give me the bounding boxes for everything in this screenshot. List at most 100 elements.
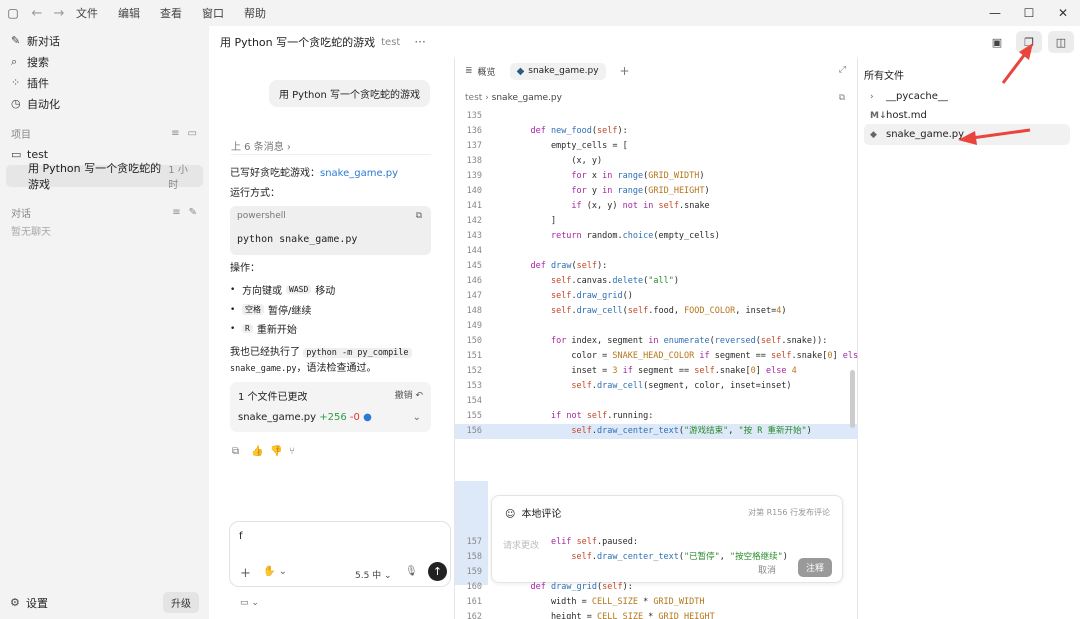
scrollbar[interactable]	[850, 370, 855, 428]
thread-item[interactable]: 用 Python 写一个贪吃蛇的游戏 1 小时	[6, 162, 203, 191]
thread-title: 用 Python 写一个贪吃蛇的游戏	[28, 162, 162, 191]
minimize-icon[interactable]: —	[978, 0, 1012, 26]
menu-view[interactable]: 查看	[160, 5, 182, 21]
code-line[interactable]: 160 def draw_grid(self):	[455, 580, 858, 595]
code-line[interactable]: 135	[455, 109, 858, 124]
code-line[interactable]: 150 for index, segment in enumerate(reve…	[455, 334, 858, 349]
code-line[interactable]: 138 (x, y)	[455, 154, 858, 169]
code-line[interactable]: 155 if not self.running:	[455, 409, 858, 424]
model-selector[interactable]: 5.5 中 ⌄	[355, 568, 392, 581]
filter-icon[interactable]: ≡	[171, 128, 179, 139]
tab-overview[interactable]: ≣ 概览	[465, 65, 496, 78]
back-icon[interactable]: ←	[26, 6, 48, 21]
code-line[interactable]: 156 self.draw_center_text("游戏结束", "按 R 重…	[455, 424, 858, 439]
line-number: 143	[466, 231, 482, 241]
status-dot-icon: ●	[363, 412, 372, 423]
line-code: empty_cells = [	[510, 141, 628, 151]
add-icon[interactable]: +	[240, 566, 251, 581]
code-line[interactable]: 162 height = CELL_SIZE * GRID_HEIGHT	[455, 610, 858, 619]
line-number: 146	[466, 276, 482, 286]
right-panel-toggle-icon[interactable]: ◫	[1048, 31, 1074, 53]
maximize-icon[interactable]: ☐	[1012, 0, 1046, 26]
file-item-pycache[interactable]: › __pycache__	[864, 86, 1070, 107]
menu-edit[interactable]: 编辑	[118, 5, 140, 21]
changed-file-row[interactable]: snake_game.py +256 -0 ●	[238, 412, 372, 423]
sidebar-item-automation[interactable]: ◷ 自动化	[0, 93, 209, 114]
sidebar-item-new-chat[interactable]: ✎ 新对话	[0, 30, 209, 51]
code-line[interactable]: 137 empty_cells = [	[455, 139, 858, 154]
line-code: color = SNAKE_HEAD_COLOR if segment == s…	[510, 351, 858, 361]
code-line[interactable]: 145 def draw(self):	[455, 259, 858, 274]
line-number: 147	[466, 291, 482, 301]
composer-input[interactable]: f	[239, 531, 243, 542]
chevron-down-icon[interactable]: ⌄	[413, 412, 421, 423]
menu-help[interactable]: 帮助	[244, 5, 266, 21]
file-item-host-md[interactable]: M↓ host.md	[864, 105, 1070, 126]
copy-icon[interactable]: ⧉	[232, 446, 251, 457]
line-number: 144	[466, 246, 482, 256]
compose-icon[interactable]: ✎	[189, 207, 197, 218]
code-line[interactable]: 139 for x in range(GRID_WIDTH)	[455, 169, 858, 184]
send-button[interactable]: ↑	[428, 562, 447, 581]
open-external-icon[interactable]: ⧉	[839, 93, 845, 103]
code-line[interactable]: 143 return random.choice(empty_cells)	[455, 229, 858, 244]
code-line[interactable]: 147 self.draw_grid()	[455, 289, 858, 304]
breadcrumb-parent[interactable]: test	[465, 93, 482, 103]
close-icon[interactable]: ✕	[1046, 0, 1080, 26]
more-icon[interactable]: ···	[414, 35, 425, 49]
add-tab-icon[interactable]: +	[620, 64, 630, 78]
environment-selector[interactable]: ▭ ⌄	[240, 598, 259, 608]
code-line[interactable]: 159	[455, 565, 858, 580]
code-line[interactable]: 154	[455, 394, 858, 409]
code-line[interactable]: 152 inset = 3 if segment == self.snake[0…	[455, 364, 858, 379]
chevron-right-icon: ›	[870, 91, 874, 102]
forward-icon[interactable]: →	[48, 6, 70, 21]
upgrade-button[interactable]: 升级	[163, 592, 199, 613]
compile-message: 我也已经执行了 python -m py_compile snake_game.…	[230, 345, 416, 377]
settings-button[interactable]: ⚙ 设置	[10, 592, 48, 613]
code-line[interactable]: 149	[455, 319, 858, 334]
code-line[interactable]: 140 for y in range(GRID_HEIGHT)	[455, 184, 858, 199]
line-number: 158	[466, 552, 482, 562]
permissions-icon[interactable]: ✋ ⌄	[263, 566, 287, 577]
code-line[interactable]: 141 if (x, y) not in self.snake	[455, 199, 858, 214]
code-line[interactable]: 157 elif self.paused:	[455, 535, 858, 550]
file-item-snake-game[interactable]: ◆ snake_game.py	[864, 124, 1070, 145]
code-line[interactable]: 144	[455, 244, 858, 259]
menu-window[interactable]: 窗口	[202, 5, 224, 21]
code-line[interactable]: 158 self.draw_center_text("已暂停", "按空格继续"…	[455, 550, 858, 565]
terminal-icon[interactable]: ▣	[984, 31, 1010, 53]
new-folder-icon[interactable]: ▭	[188, 128, 197, 139]
copy-icon[interactable]: ⧉	[416, 211, 422, 221]
code-line[interactable]: 136 def new_food(self):	[455, 124, 858, 139]
sidebar-toggle-icon[interactable]: ▢	[0, 6, 26, 20]
code-line[interactable]: 153 self.draw_cell(segment, color, inset…	[455, 379, 858, 394]
line-number: 150	[466, 336, 482, 346]
mic-icon[interactable]: 🎙	[405, 566, 418, 577]
code-line[interactable]: 146 self.canvas.delete("all")	[455, 274, 858, 289]
code-line[interactable]: 151 color = SNAKE_HEAD_COLOR if segment …	[455, 349, 858, 364]
feedback-actions: ⧉ 👍 👎 ⑂	[232, 446, 308, 457]
previous-messages-toggle[interactable]: 上 6 条消息 ›	[231, 138, 291, 153]
code-line[interactable]: 148 self.draw_cell(self.food, FOOD_COLOR…	[455, 304, 858, 319]
branch-icon[interactable]: ⑂	[289, 446, 308, 457]
menu-file[interactable]: 文件	[76, 5, 98, 21]
line-code: if not self.running:	[550, 411, 654, 421]
thumbs-up-icon[interactable]: 👍	[251, 446, 270, 457]
tab-label: snake_game.py	[528, 66, 599, 76]
sidebar-item-search[interactable]: ⌕ 搜索	[0, 51, 209, 72]
tab-snake-game[interactable]: ◆ snake_game.py	[509, 62, 606, 80]
line-number: 160	[466, 582, 482, 592]
file-link[interactable]: snake_game.py	[320, 168, 398, 179]
code-line[interactable]: 142 ]	[455, 214, 858, 229]
filter-icon[interactable]: ≡	[172, 207, 180, 218]
code-line[interactable]: 161 width = CELL_SIZE * GRID_WIDTH	[455, 595, 858, 610]
sidebar-item-plugins[interactable]: ⁘ 插件	[0, 72, 209, 93]
expand-icon[interactable]: ⤢	[839, 65, 846, 75]
thumbs-down-icon[interactable]: 👎	[270, 446, 289, 457]
conversation-title: 用 Python 写一个贪吃蛇的游戏	[220, 36, 376, 49]
diff-panel-icon[interactable]: ❐	[1016, 31, 1042, 53]
undo-button[interactable]: 撤销 ↶	[395, 388, 423, 401]
